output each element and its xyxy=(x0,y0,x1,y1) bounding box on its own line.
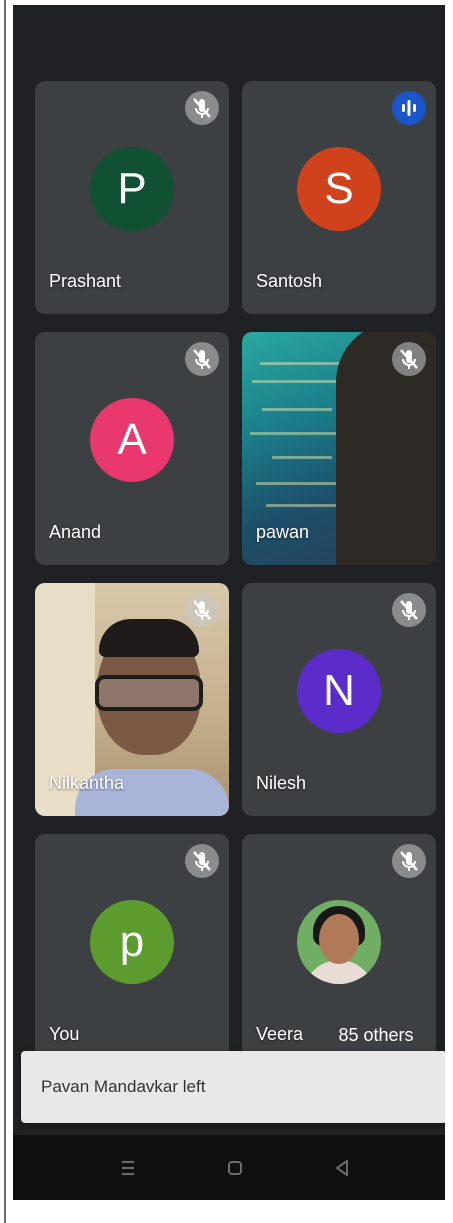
avatar: A xyxy=(90,398,174,482)
mic-off-icon xyxy=(185,91,219,125)
notification-snackbar: Pavan Mandavkar left xyxy=(21,1051,445,1123)
participant-name: Prashant xyxy=(49,271,122,291)
mic-off-icon xyxy=(392,844,426,878)
avatar: P xyxy=(90,147,174,231)
participant-name: Anand xyxy=(49,522,102,542)
mic-off-icon xyxy=(392,593,426,627)
avatar-photo xyxy=(297,900,381,984)
participant-tile-nilesh[interactable]: N Nilesh xyxy=(242,583,436,816)
participant-name: Veera xyxy=(256,1024,304,1044)
participant-tile-prashant[interactable]: P Prashant xyxy=(35,81,229,314)
participant-tile-santosh[interactable]: S Santosh xyxy=(242,81,436,314)
mic-off-icon xyxy=(392,342,426,376)
participant-tile-pawan[interactable]: pawan xyxy=(242,332,436,565)
participant-name: Nilesh xyxy=(256,773,307,793)
system-nav-bar xyxy=(13,1135,445,1200)
notification-text: Pavan Mandavkar left xyxy=(41,1077,206,1096)
mic-off-icon xyxy=(185,593,219,627)
participant-name: pawan xyxy=(256,522,310,542)
avatar: N xyxy=(297,649,381,733)
avatar: p xyxy=(90,900,174,984)
participant-name: Nilkantha xyxy=(49,773,125,793)
participant-name: Santosh xyxy=(256,271,323,291)
photo-face xyxy=(319,914,359,964)
participant-tile-you[interactable]: p You xyxy=(35,834,229,1067)
back-icon[interactable] xyxy=(327,1153,357,1183)
mic-off-icon xyxy=(185,342,219,376)
mic-off-icon xyxy=(185,844,219,878)
meeting-screen: P Prashant S Santosh A Anand pawan Nilka… xyxy=(13,5,445,1200)
frame-rule xyxy=(4,0,6,1223)
recents-icon[interactable] xyxy=(113,1153,143,1183)
participant-name: You xyxy=(49,1024,80,1044)
video-person-hair xyxy=(99,619,199,657)
avatar: S xyxy=(297,147,381,231)
participant-tile-nilkantha[interactable]: Nilkantha xyxy=(35,583,229,816)
audio-level-icon xyxy=(392,91,426,125)
home-icon[interactable] xyxy=(220,1153,250,1183)
video-person-glasses xyxy=(95,675,203,711)
participant-tile-anand[interactable]: A Anand xyxy=(35,332,229,565)
